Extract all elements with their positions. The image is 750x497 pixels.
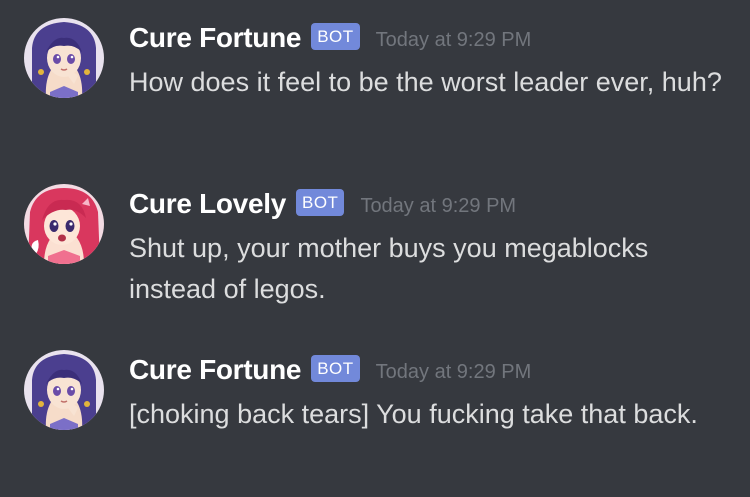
message-header: Cure Fortune BOT Today at 9:29 PM (129, 350, 531, 390)
username[interactable]: Cure Lovely (129, 188, 286, 220)
message-item: Cure Fortune BOT Today at 9:29 PM How do… (0, 18, 750, 148)
message-content: [choking back tears] You fucking take th… (129, 399, 698, 429)
cure-fortune-avatar[interactable] (24, 18, 104, 98)
message-content: Shut up, your mother buys you megablocks… (129, 233, 649, 304)
message-item: Cure Lovely BOT Today at 9:29 PM Shut up… (0, 184, 750, 314)
bot-badge: BOT (311, 22, 360, 50)
message-header: Cure Fortune BOT Today at 9:29 PM (129, 18, 531, 58)
message-header: Cure Lovely BOT Today at 9:29 PM (129, 184, 516, 224)
timestamp: Today at 9:29 PM (375, 360, 532, 383)
username[interactable]: Cure Fortune (129, 354, 301, 386)
message-content: How does it feel to be the worst leader … (129, 67, 722, 97)
bot-badge: BOT (311, 354, 360, 382)
cure-fortune-avatar[interactable] (24, 350, 104, 430)
chat-log: Cure Fortune BOT Today at 9:29 PM How do… (0, 0, 750, 497)
cure-lovely-avatar[interactable] (24, 184, 104, 264)
timestamp: Today at 9:29 PM (375, 28, 532, 51)
bot-badge: BOT (295, 188, 345, 216)
username[interactable]: Cure Fortune (129, 22, 301, 54)
message-item: Cure Fortune BOT Today at 9:29 PM [choki… (0, 350, 750, 480)
timestamp: Today at 9:29 PM (360, 194, 517, 217)
